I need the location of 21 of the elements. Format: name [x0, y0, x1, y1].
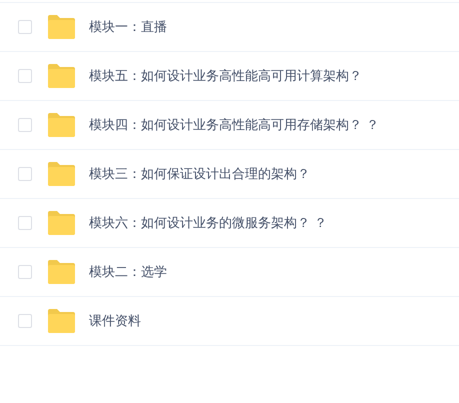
folder-icon: [47, 260, 76, 284]
folder-name[interactable]: 模块四：如何设计业务高性能高可用存储架构？ ？: [89, 116, 380, 134]
folder-icon: [47, 162, 76, 186]
folder-name[interactable]: 模块五：如何设计业务高性能高可用计算架构？: [89, 67, 362, 85]
checkbox[interactable]: [18, 216, 32, 230]
folder-icon: [47, 15, 76, 39]
folder-icon: [47, 211, 76, 235]
folder-name[interactable]: 课件资料: [89, 312, 141, 330]
folder-name[interactable]: 模块三：如何保证设计出合理的架构？: [89, 165, 310, 183]
folder-icon: [47, 113, 76, 137]
checkbox[interactable]: [18, 265, 32, 279]
checkbox[interactable]: [18, 314, 32, 328]
folder-icon: [47, 64, 76, 88]
checkbox[interactable]: [18, 20, 32, 34]
checkbox[interactable]: [18, 69, 32, 83]
folder-name[interactable]: 模块六：如何设计业务的微服务架构？ ？: [89, 214, 328, 232]
folder-name[interactable]: 模块二：选学: [89, 263, 167, 281]
checkbox[interactable]: [18, 118, 32, 132]
folder-icon: [47, 309, 76, 333]
checkbox[interactable]: [18, 167, 32, 181]
folder-name[interactable]: 模块一：直播: [89, 18, 167, 36]
